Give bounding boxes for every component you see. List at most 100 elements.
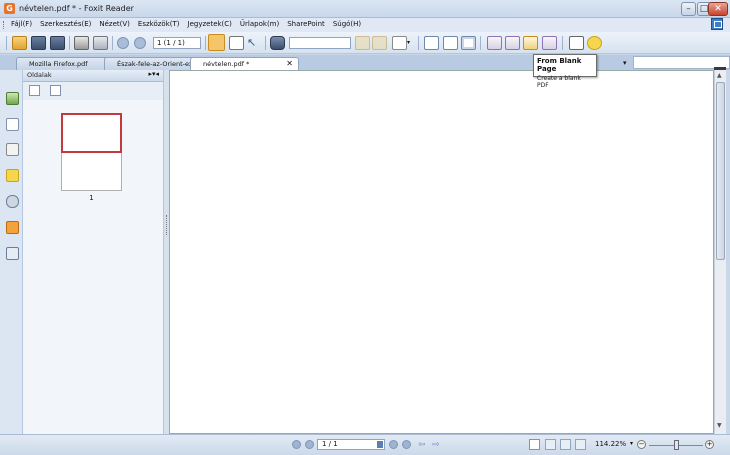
open-folder-icon[interactable] [12, 36, 27, 50]
menubar-grip-icon[interactable] [3, 21, 5, 29]
restore-document-icon[interactable] [711, 18, 723, 30]
last-page-icon[interactable] [402, 440, 411, 449]
zoom-in-thumbnail-icon[interactable] [50, 85, 61, 96]
find-binoculars-icon[interactable] [270, 36, 285, 50]
print-icon[interactable] [74, 36, 89, 50]
menu-bar: Fájl(F) Szerkesztés(E) Nézet(V) Eszközök… [0, 18, 730, 32]
tab-eszak-fele[interactable]: Észak-fele-az-Orient-expr... [104, 57, 195, 70]
menu-tools[interactable]: Eszközök(T) [138, 20, 180, 28]
pages-panel-icon[interactable] [6, 92, 19, 105]
tooltip: From Blank Page Create a blank PDF [533, 54, 597, 89]
status-page-field[interactable]: 1 / 1 [317, 439, 385, 450]
search-previous-icon[interactable] [355, 36, 370, 50]
create-pdf-from-file-icon[interactable] [487, 36, 502, 50]
toolbar-separator [265, 36, 266, 50]
menu-comments[interactable]: Jegyzetek(C) [188, 20, 232, 28]
fit-width-icon[interactable] [461, 36, 476, 50]
menu-edit[interactable]: Szerkesztés(E) [40, 20, 91, 28]
close-button[interactable]: ✕ [708, 2, 728, 16]
tooltip-description: Create a blank PDF [537, 75, 581, 89]
thumbnail-page-number: 1 [89, 194, 94, 202]
page-thumbnails-icon[interactable] [6, 118, 19, 131]
title-bar: G névtelen.pdf * - Foxit Reader – □ ✕ [0, 0, 730, 18]
first-page-icon[interactable] [292, 440, 301, 449]
go-back-arrow-icon[interactable]: ⇦ [418, 440, 426, 450]
pages-panel: 1 [23, 82, 163, 434]
save-as-icon[interactable] [50, 36, 65, 50]
zoom-out-thumbnail-icon[interactable] [29, 85, 40, 96]
email-icon[interactable] [93, 36, 108, 50]
zoom-slider-thumb[interactable] [674, 440, 679, 450]
attachment-icon[interactable] [6, 195, 19, 208]
tab-nevtelen[interactable]: névtelen.pdf * ✕ [190, 57, 299, 70]
menu-forms[interactable]: Űrlapok(m) [240, 20, 279, 28]
page-dropdown-icon[interactable] [377, 441, 383, 448]
close-tab-icon[interactable]: ✕ [286, 58, 293, 70]
menu-help[interactable]: Súgó(H) [333, 20, 361, 28]
window-title: névtelen.pdf * - Foxit Reader [19, 4, 134, 13]
continuous-facing-view-icon[interactable] [575, 439, 586, 450]
foxit-app-icon: G [4, 3, 15, 14]
single-page-view-icon[interactable] [529, 439, 540, 450]
create-blank-pdf-icon[interactable] [523, 36, 538, 50]
side-panel-title: Oldalak [27, 71, 52, 79]
previous-page-icon[interactable] [117, 37, 129, 49]
hand-tool-icon[interactable] [208, 34, 225, 51]
menu-view[interactable]: Nézet(V) [99, 20, 130, 28]
menu-items: Fájl(F) Szerkesztés(E) Nézet(V) Eszközök… [11, 20, 361, 28]
select-arrow-icon[interactable]: ↖ [247, 36, 262, 50]
rotate-page-icon[interactable] [424, 36, 439, 50]
vertical-scroll-thumb[interactable] [716, 82, 725, 260]
status-bar: 1 / 1 ⇦ ⇨ 114.22% ▾ − + [0, 434, 730, 455]
navigation-rail [0, 70, 23, 434]
security-lock-icon[interactable] [6, 221, 19, 234]
zoom-level[interactable]: 114.22% [595, 440, 626, 448]
create-pdf-from-scanner-icon[interactable] [505, 36, 520, 50]
menu-file[interactable]: Fájl(F) [11, 20, 32, 28]
side-panel-header: Oldalak ▸▾◂ [23, 70, 163, 82]
facing-view-icon[interactable] [560, 439, 571, 450]
signature-pen-icon[interactable] [6, 247, 19, 260]
create-pdf-from-clipboard-icon[interactable] [542, 36, 557, 50]
zoom-chevron-down-icon[interactable]: ▾ [630, 440, 633, 447]
toolbar-separator [69, 36, 70, 50]
continuous-view-icon[interactable] [545, 439, 556, 450]
layers-icon[interactable] [6, 143, 19, 156]
go-forward-arrow-icon[interactable]: ⇨ [432, 440, 440, 450]
tab-mozilla-firefox[interactable]: Mozilla Firefox.pdf [16, 57, 111, 70]
page-number-field[interactable]: 1 (1 / 1) [153, 37, 201, 49]
toolbar-separator [418, 36, 419, 50]
comments-icon[interactable] [6, 169, 19, 182]
toolbar-separator [112, 36, 113, 50]
search-input[interactable] [289, 37, 351, 49]
zoom-in-icon[interactable]: + [705, 440, 714, 449]
document-tab-bar: Mozilla Firefox.pdf Észak-fele-az-Orient… [0, 55, 730, 70]
menu-sharepoint[interactable]: SharePoint [287, 20, 325, 28]
scroll-down-icon[interactable]: ▼ [717, 422, 722, 429]
document-canvas[interactable] [169, 70, 714, 434]
toolbar-separator [205, 36, 206, 50]
save-icon[interactable] [31, 36, 46, 50]
select-text-icon[interactable] [229, 36, 244, 50]
document-properties-icon[interactable] [392, 36, 407, 50]
panel-collapse-icon[interactable]: ▸▾◂ [148, 70, 159, 78]
vertical-scrollbar[interactable]: ▲ ▼ [714, 70, 726, 434]
zoom-out-icon[interactable]: − [637, 440, 646, 449]
chevron-down-icon[interactable]: ▾ [407, 36, 413, 50]
previous-page-status-icon[interactable] [305, 440, 314, 449]
pages-panel-toolbar [23, 82, 163, 100]
scroll-up-icon[interactable]: ▲ [717, 72, 722, 79]
toolbar-grip [6, 36, 7, 50]
next-page-icon[interactable] [134, 37, 146, 49]
main-toolbar: 1 (1 / 1) ↖ ▾ [0, 32, 730, 54]
thumbnail-viewport-selection[interactable] [61, 113, 122, 153]
tab-list-chevron-down-icon[interactable]: ▾ [623, 59, 627, 67]
next-page-status-icon[interactable] [389, 440, 398, 449]
toolbar-separator [480, 36, 481, 50]
minimize-button[interactable]: – [681, 2, 696, 16]
tooltip-title: From Blank Page [537, 57, 582, 73]
search-next-icon[interactable] [372, 36, 387, 50]
note-comment-icon[interactable] [587, 36, 602, 50]
typewriter-icon[interactable] [569, 36, 584, 50]
fit-page-icon[interactable] [443, 36, 458, 50]
